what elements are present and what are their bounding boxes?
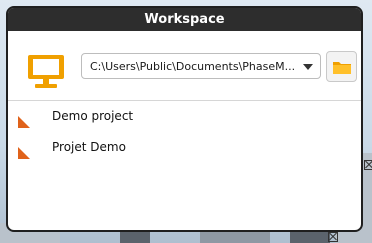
dialog-title: Workspace (144, 12, 225, 27)
workspace-dialog: Workspace C:\Users\Public\Documents\Phas… (6, 6, 363, 232)
workspace-path-value: C:\Users\Public\Documents\PhaseM... (90, 59, 296, 73)
chevron-down-icon[interactable] (303, 64, 313, 70)
project-flag-icon (18, 147, 30, 159)
folder-icon (332, 61, 351, 74)
divider (8, 100, 361, 101)
project-item[interactable]: Demo project (8, 103, 361, 134)
project-label: Projet Demo (52, 140, 126, 154)
project-list: Demo project Projet Demo (8, 103, 361, 165)
project-label: Demo project (52, 109, 134, 123)
project-item[interactable]: Projet Demo (8, 134, 361, 165)
browse-folder-button[interactable] (326, 51, 357, 82)
project-flag-icon (18, 116, 30, 128)
workspace-path-select[interactable]: C:\Users\Public\Documents\PhaseM... (81, 53, 321, 79)
monitor-icon (28, 55, 64, 88)
dialog-titlebar: Workspace (8, 8, 361, 31)
workspace-path-row: C:\Users\Public\Documents\PhaseM... (8, 31, 361, 103)
